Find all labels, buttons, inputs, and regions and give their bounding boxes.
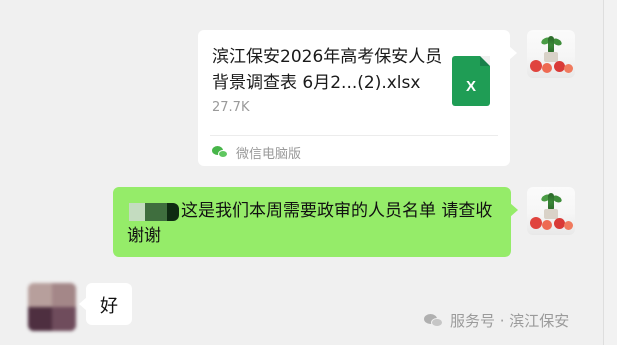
file-message-card[interactable]: 滨江保安2026年高考保安人员背景调查表 6月2...(2).xlsx 27.7… (198, 30, 517, 166)
received-text-message[interactable]: 好 (79, 283, 132, 325)
file-size: 27.7K (212, 100, 250, 115)
sender-avatar[interactable] (527, 187, 575, 235)
message-text: 这是我们本周需要政审的人员名单 请查收 谢谢 (127, 201, 493, 246)
scrollbar-track[interactable] (603, 0, 617, 345)
message-text: 好 (100, 296, 118, 317)
file-name: 滨江保安2026年高考保安人员背景调查表 6月2...(2).xlsx (212, 47, 443, 93)
source-label: 微信电脑版 (236, 147, 302, 162)
sender-avatar[interactable] (527, 30, 575, 78)
sent-text-message[interactable]: 这是我们本周需要政审的人员名单 请查收 谢谢 (113, 187, 518, 257)
excel-icon-letter: X (465, 78, 476, 95)
wechat-icon (424, 313, 444, 329)
excel-icon: X (452, 56, 490, 106)
watermark-text: 服务号 · 滨江保安 (450, 312, 570, 330)
wechat-icon (212, 145, 228, 160)
watermark: 服务号 · 滨江保安 (424, 310, 569, 331)
card-divider (210, 135, 498, 136)
file-source: 微信电脑版 (212, 143, 301, 162)
contact-avatar[interactable] (28, 283, 76, 331)
